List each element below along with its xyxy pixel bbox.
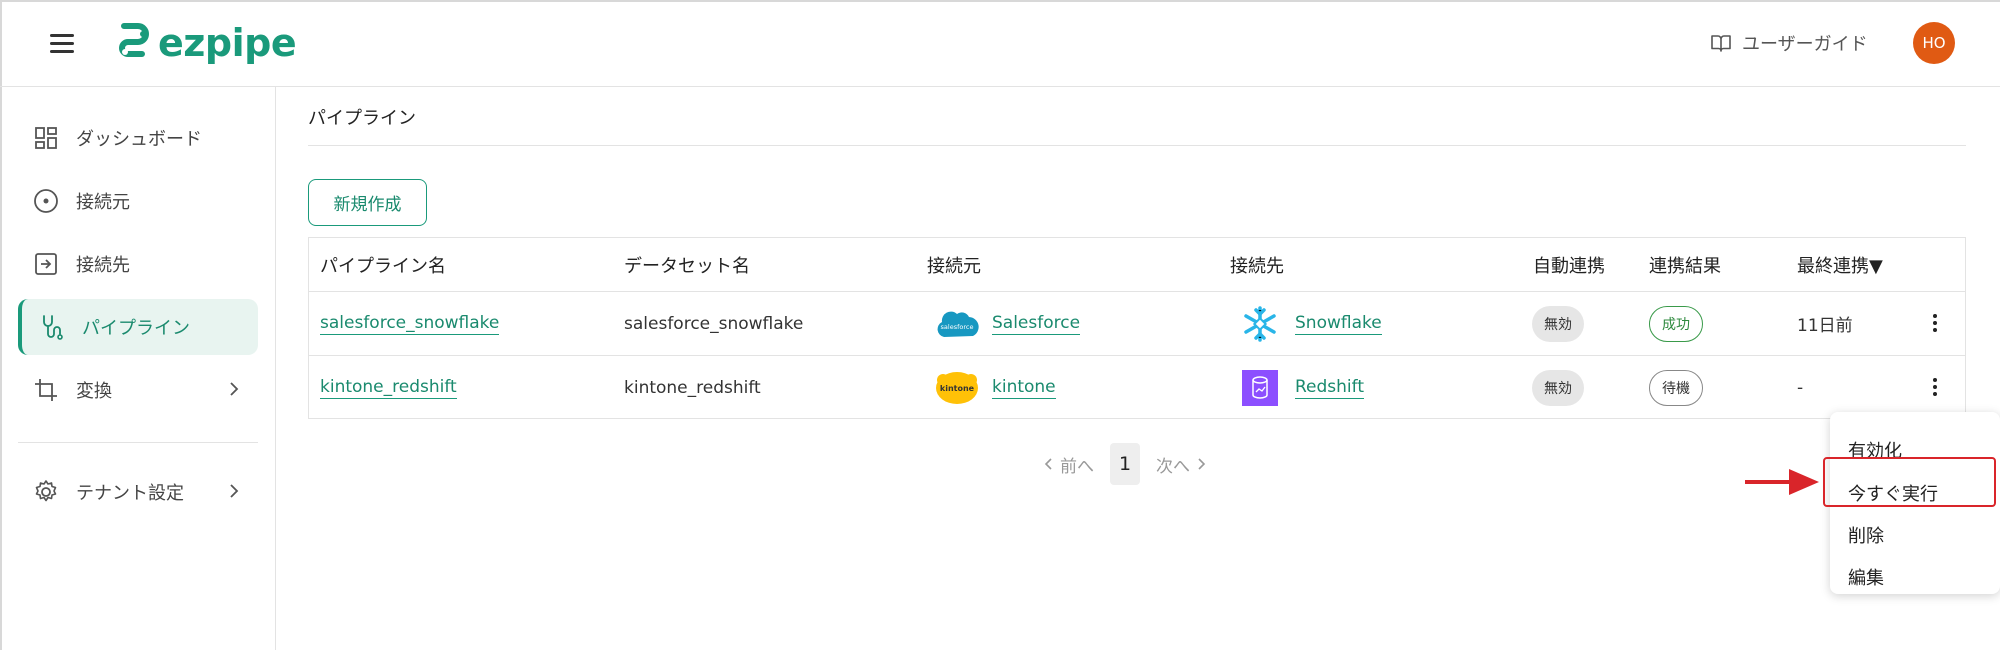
destination-icon (32, 250, 60, 278)
chevron-right-icon (230, 484, 239, 498)
sidebar-item-destination[interactable]: 接続先 (18, 236, 258, 292)
next-label: 次へ (1156, 456, 1190, 477)
sync-result-badge: 待機 (1649, 369, 1703, 406)
book-icon (1711, 35, 1731, 52)
redshift-logo-icon (1237, 369, 1283, 407)
auto-sync-badge: 無効 (1532, 369, 1584, 406)
user-guide-link[interactable]: ユーザーガイド (1710, 30, 1868, 56)
sync-result-badge: 成功 (1649, 305, 1703, 342)
auto-sync-badge: 無効 (1532, 305, 1584, 342)
destination-link[interactable]: Redshift (1295, 377, 1365, 399)
sidebar-item-label: ダッシュボード (76, 129, 202, 150)
column-header-destination[interactable]: 接続先 (1230, 238, 1284, 292)
menu-item-delete[interactable]: 削除 (1830, 515, 2000, 555)
hamburger-menu-icon[interactable] (50, 34, 74, 54)
source-link[interactable]: kintone (992, 377, 1056, 399)
sidebar-item-transform[interactable]: 変換 (18, 362, 258, 418)
column-header-source[interactable]: 接続元 (927, 238, 981, 292)
row-actions-kebab-icon[interactable] (1925, 309, 1945, 337)
sidebar-item-tenant-settings[interactable]: テナント設定 (18, 464, 258, 520)
red-arrow-annotation-icon (1745, 469, 1819, 495)
row-divider (309, 355, 1965, 356)
dashboard-icon (32, 124, 60, 152)
pipeline-name-link[interactable]: salesforce_snowflake (320, 313, 500, 335)
chevron-left-icon (1044, 458, 1052, 470)
pipeline-icon (38, 313, 66, 341)
last-sync-value: 11日前 (1797, 316, 1853, 336)
sidebar-item-label: 接続先 (76, 255, 130, 276)
snowflake-logo-icon (1237, 305, 1283, 343)
column-header-pipeline-name[interactable]: パイプライン名 (320, 238, 446, 292)
source-link[interactable]: Salesforce (992, 313, 1081, 335)
sidebar-item-label: パイプライン (82, 318, 190, 339)
sidebar: ダッシュボード 接続元 接続先 パイプライン 変換 テナント設定 (0, 87, 276, 650)
prev-page-button[interactable]: 前へ (1044, 452, 1094, 477)
chevron-right-icon (230, 382, 239, 396)
row-actions-kebab-icon[interactable] (1925, 373, 1945, 401)
gear-icon (32, 478, 60, 506)
sidebar-item-label: テナント設定 (76, 483, 184, 504)
row-divider (309, 291, 1965, 292)
sidebar-item-source[interactable]: 接続元 (18, 173, 258, 229)
sidebar-item-dashboard[interactable]: ダッシュボード (18, 110, 258, 166)
sidebar-item-label: 接続元 (76, 192, 130, 213)
column-header-sync-result[interactable]: 連携結果 (1649, 238, 1721, 292)
user-avatar[interactable]: HO (1913, 22, 1955, 64)
svg-text:kintone: kintone (940, 384, 975, 393)
column-header-last-sync[interactable]: 最終連携▼ (1797, 238, 1883, 292)
prev-label: 前へ (1060, 456, 1094, 477)
run-now-highlight (1823, 457, 1996, 507)
pipeline-name-link[interactable]: kintone_redshift (320, 377, 457, 399)
title-divider (308, 145, 1966, 146)
top-header: ezpipe ユーザーガイド HO (0, 0, 2000, 87)
sidebar-divider (18, 442, 258, 443)
last-sync-value: - (1797, 377, 1804, 398)
destination-link[interactable]: Snowflake (1295, 313, 1382, 335)
user-guide-label: ユーザーガイド (1742, 34, 1868, 55)
ezpipe-logo-icon (119, 23, 149, 57)
salesforce-logo-icon: salesforce (934, 305, 980, 343)
sidebar-item-label: 変換 (76, 381, 112, 402)
dataset-name: salesforce_snowflake (624, 313, 804, 334)
column-header-auto-sync[interactable]: 自動連携 (1533, 238, 1605, 292)
current-page[interactable]: 1 (1110, 443, 1140, 485)
pipeline-table: パイプライン名 データセット名 接続元 接続先 自動連携 連携結果 最終連携▼ … (308, 237, 1966, 419)
column-header-dataset-name[interactable]: データセット名 (624, 238, 750, 292)
app-logo[interactable]: ezpipe (116, 20, 297, 66)
kintone-logo-icon: kintone (934, 369, 980, 407)
sidebar-item-pipeline[interactable]: パイプライン (18, 299, 258, 355)
chevron-right-icon (1198, 458, 1206, 470)
svg-text:salesforce: salesforce (941, 323, 974, 331)
crop-icon (32, 376, 60, 404)
page-title: パイプライン (308, 108, 416, 129)
dataset-name: kintone_redshift (624, 377, 761, 398)
next-page-button[interactable]: 次へ (1156, 452, 1206, 477)
menu-item-edit[interactable]: 編集 (1830, 557, 2000, 597)
source-icon (32, 187, 60, 215)
pagination: 前へ 1 次へ (1044, 443, 1206, 485)
logo-text: ezpipe (158, 21, 297, 65)
new-pipeline-button[interactable]: 新規作成 (308, 179, 427, 226)
